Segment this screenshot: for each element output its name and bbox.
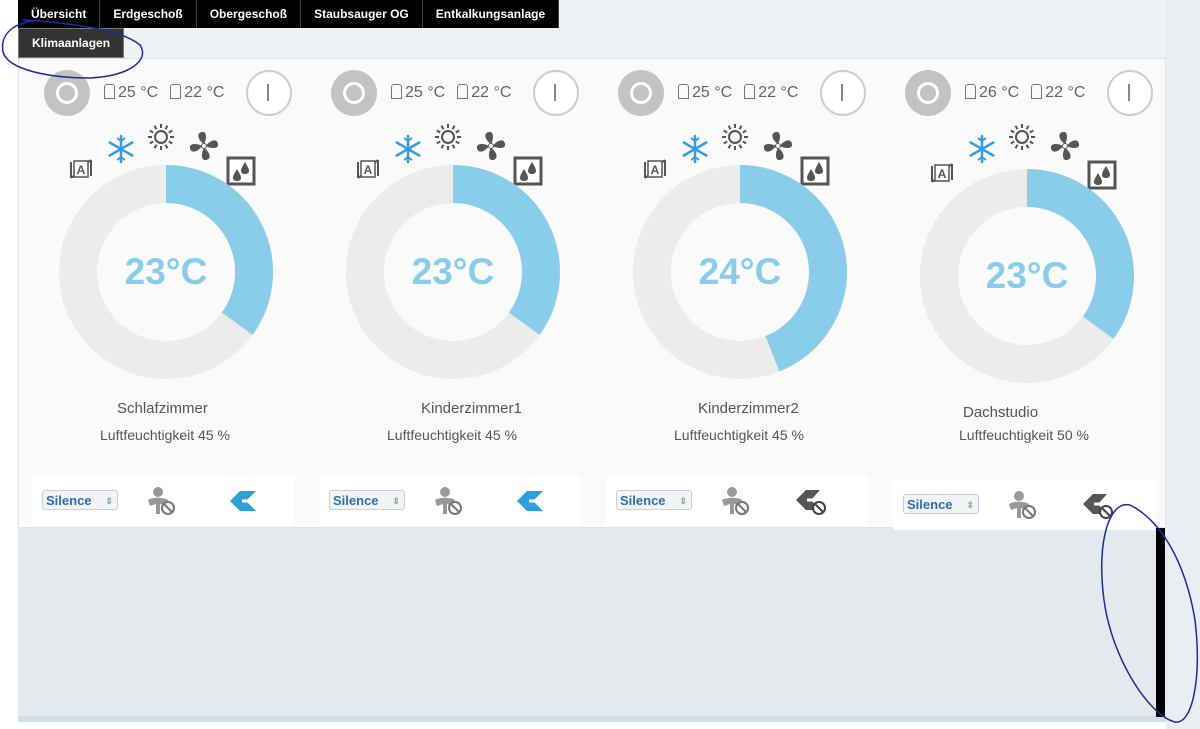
gauge-value-arc xyxy=(1026,169,1134,339)
tab-staubsauger-og[interactable]: Staubsauger OG xyxy=(301,0,423,28)
fan-mode-select[interactable]: Silence xyxy=(329,490,405,511)
horizontal-divider xyxy=(18,716,1166,722)
swing-icon[interactable] xyxy=(224,486,260,516)
climate-unit-card: 25 °C 22 °C A 23°C Kinderzimmer1 Luftfeuc… xyxy=(309,58,596,528)
heat-sun-icon[interactable] xyxy=(720,122,750,152)
fan-icon[interactable] xyxy=(1049,130,1081,162)
temperature-readings: 25 °C 22 °C xyxy=(391,84,511,102)
tab-erdgeschoss[interactable]: Erdgeschoß xyxy=(100,0,197,28)
indoor-temp: 25 °C xyxy=(692,84,733,101)
temperature-readings: 25 °C 22 °C xyxy=(678,84,798,102)
outdoor-temperature-icon xyxy=(457,84,469,99)
tab-klimaanlagen[interactable]: Klimaanlagen xyxy=(18,28,125,58)
house-temperature-icon xyxy=(965,84,976,99)
swing-icon[interactable] xyxy=(792,486,828,516)
room-name: Schlafzimmer xyxy=(117,400,208,417)
room-name: Kinderzimmer2 xyxy=(698,400,799,417)
climate-unit-card: 26 °C 22 °C A 23°C Dachstudio Luftfeuchti… xyxy=(883,58,1170,530)
gauge-value-arc xyxy=(452,165,560,335)
page-background-right xyxy=(1166,0,1200,729)
outdoor-temp: 22 °C xyxy=(471,84,512,101)
unit-controls-row: Silence xyxy=(32,476,294,526)
humidity-readout: Luftfeuchtigkeit 45 % xyxy=(387,427,517,443)
navigation-bar: Übersicht Erdgeschoß Obergeschoß Staubsa… xyxy=(18,0,560,58)
cool-snowflake-icon[interactable] xyxy=(393,134,423,164)
gauge-value-arc xyxy=(165,165,273,335)
unit-controls-row: Silence xyxy=(893,480,1155,530)
outdoor-temp: 22 °C xyxy=(758,84,799,101)
nav-tabs-row-2: Klimaanlagen xyxy=(18,28,125,58)
nav-tabs-row: Übersicht Erdgeschoß Obergeschoß Staubsa… xyxy=(18,0,560,28)
power-off-button[interactable] xyxy=(44,70,90,116)
cool-snowflake-icon[interactable] xyxy=(967,134,997,164)
humidity-readout: Luftfeuchtigkeit 45 % xyxy=(100,427,230,443)
temperature-readings: 25 °C 22 °C xyxy=(104,84,224,102)
room-name: Kinderzimmer1 xyxy=(421,400,522,417)
fan-icon[interactable] xyxy=(762,130,794,162)
swing-icon[interactable] xyxy=(1079,490,1115,520)
fan-mode-select[interactable]: Silence xyxy=(616,490,692,511)
gauge-value-arc xyxy=(739,165,847,372)
fan-icon[interactable] xyxy=(475,130,507,162)
power-off-button[interactable] xyxy=(905,70,951,116)
power-on-button[interactable] xyxy=(820,70,866,116)
outdoor-temp: 22 °C xyxy=(1045,84,1086,101)
fan-icon[interactable] xyxy=(188,130,220,162)
heat-sun-icon[interactable] xyxy=(433,122,463,152)
power-on-button[interactable] xyxy=(246,70,292,116)
scrollbar[interactable] xyxy=(1156,528,1165,717)
indoor-temp: 25 °C xyxy=(118,84,159,101)
humidity-readout: Luftfeuchtigkeit 50 % xyxy=(959,427,1089,443)
cool-snowflake-icon[interactable] xyxy=(680,134,710,164)
indoor-temp: 25 °C xyxy=(405,84,446,101)
outdoor-temperature-icon xyxy=(744,84,756,99)
temperature-gauge[interactable]: 23°C xyxy=(58,164,274,380)
presence-sensor-off-icon[interactable] xyxy=(1003,490,1039,520)
tab-entkalkungsanlage[interactable]: Entkalkungsanlage xyxy=(422,0,560,28)
outdoor-temperature-icon xyxy=(1031,84,1043,99)
page-background xyxy=(550,0,1200,58)
unit-controls-row: Silence xyxy=(319,476,581,526)
fan-mode-select[interactable]: Silence xyxy=(903,494,979,515)
heat-sun-icon[interactable] xyxy=(146,122,176,152)
climate-unit-card: 25 °C 22 °C A 24°C Kinderzimmer2 Luftfeuc… xyxy=(596,58,883,528)
unit-controls-row: Silence xyxy=(606,476,868,526)
temperature-gauge[interactable]: 23°C xyxy=(345,164,561,380)
indoor-temp: 26 °C xyxy=(979,84,1020,101)
temperature-gauge[interactable]: 23°C xyxy=(919,168,1135,384)
power-on-button[interactable] xyxy=(533,70,579,116)
power-off-button[interactable] xyxy=(331,70,377,116)
presence-sensor-off-icon[interactable] xyxy=(716,486,752,516)
house-temperature-icon xyxy=(391,84,402,99)
tab-uebersicht[interactable]: Übersicht xyxy=(18,0,101,28)
cool-snowflake-icon[interactable] xyxy=(106,134,136,164)
temperature-readings: 26 °C 22 °C xyxy=(965,84,1085,102)
heat-sun-icon[interactable] xyxy=(1007,122,1037,152)
presence-sensor-off-icon[interactable] xyxy=(142,486,178,516)
fan-mode-select[interactable]: Silence xyxy=(42,490,118,511)
swing-icon[interactable] xyxy=(511,486,547,516)
outdoor-temperature-icon xyxy=(170,84,182,99)
room-name: Dachstudio xyxy=(963,404,1039,421)
tab-obergeschoss[interactable]: Obergeschoß xyxy=(196,0,302,28)
power-off-button[interactable] xyxy=(618,70,664,116)
presence-sensor-off-icon[interactable] xyxy=(429,486,465,516)
power-on-button[interactable] xyxy=(1107,70,1153,116)
empty-content-area xyxy=(18,528,1166,716)
house-temperature-icon xyxy=(678,84,689,99)
temperature-gauge[interactable]: 24°C xyxy=(632,164,848,380)
house-temperature-icon xyxy=(104,84,115,99)
climate-unit-card: 25 °C 22 °C A 23°C Schlafzimmer Luftfeuch… xyxy=(22,58,309,528)
outdoor-temp: 22 °C xyxy=(184,84,225,101)
humidity-readout: Luftfeuchtigkeit 45 % xyxy=(674,427,804,443)
